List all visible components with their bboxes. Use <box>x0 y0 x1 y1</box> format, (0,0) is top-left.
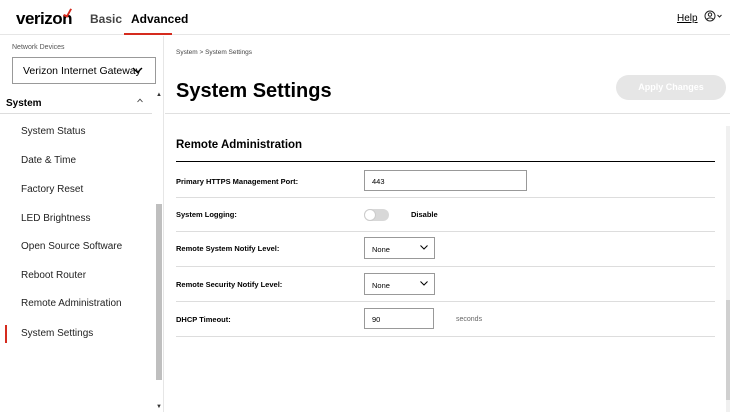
system-notify-level-select[interactable]: None <box>364 237 435 259</box>
main-scrollbar-thumb[interactable] <box>726 300 730 400</box>
chevron-down-icon <box>420 243 428 252</box>
row-divider <box>176 197 715 198</box>
https-port-value: 443 <box>372 177 385 186</box>
system-notify-level-label: Remote System Notify Level: <box>176 244 280 253</box>
sidebar-item-system-settings[interactable]: System Settings <box>21 328 93 339</box>
system-logging-toggle[interactable] <box>364 209 389 221</box>
active-item-indicator <box>5 325 7 343</box>
dhcp-timeout-unit: seconds <box>456 316 483 323</box>
sidebar-item-system-status[interactable]: System Status <box>21 126 85 137</box>
dhcp-timeout-value: 90 <box>372 315 381 324</box>
row-divider <box>176 301 715 302</box>
https-port-input[interactable]: 443 <box>364 170 527 191</box>
section-divider <box>176 161 715 162</box>
sidebar-section-system[interactable]: System <box>0 92 152 114</box>
breadcrumb: System > System Settings <box>176 49 253 56</box>
tab-basic[interactable]: Basic <box>90 12 122 26</box>
help-link[interactable]: Help <box>677 13 698 24</box>
dhcp-timeout-label: DHCP Timeout: <box>176 315 231 324</box>
security-notify-level-value: None <box>372 281 390 290</box>
dhcp-timeout-input[interactable]: 90 <box>364 308 434 329</box>
security-notify-level-select[interactable]: None <box>364 273 435 295</box>
tab-advanced[interactable]: Advanced <box>131 12 188 26</box>
sidebar: Network Devices Verizon Internet Gateway… <box>0 36 164 412</box>
top-navigation-bar: verizon Basic Advanced Help <box>0 0 730 35</box>
sidebar-item-factory-reset[interactable]: Factory Reset <box>21 184 83 195</box>
row-divider <box>176 336 715 337</box>
chevron-down-icon <box>420 279 428 288</box>
sidebar-item-remote-administration[interactable]: Remote Administration <box>21 298 122 309</box>
sidebar-section-label: System <box>6 98 42 109</box>
sidebar-item-led-brightness[interactable]: LED Brightness <box>21 213 90 224</box>
sidebar-item-date-time[interactable]: Date & Time <box>21 155 76 166</box>
system-logging-state: Disable <box>411 210 438 219</box>
security-notify-level-label: Remote Security Notify Level: <box>176 280 283 289</box>
network-device-select[interactable]: Verizon Internet Gateway <box>12 57 156 84</box>
system-logging-label: System Logging: <box>176 210 237 219</box>
toggle-knob <box>364 209 376 221</box>
sidebar-scrollbar-thumb[interactable] <box>156 204 162 380</box>
user-menu-icon[interactable] <box>704 9 724 27</box>
scroll-up-arrow-icon[interactable]: ▲ <box>156 92 162 98</box>
scroll-down-arrow-icon[interactable]: ▼ <box>156 404 162 410</box>
row-divider <box>176 231 715 232</box>
network-devices-label: Network Devices <box>12 44 65 51</box>
active-tab-indicator <box>124 33 172 35</box>
https-port-label: Primary HTTPS Management Port: <box>176 177 299 186</box>
network-device-value: Verizon Internet Gateway <box>23 65 141 77</box>
chevron-up-icon <box>137 96 143 105</box>
system-notify-level-value: None <box>372 245 390 254</box>
row-divider <box>176 266 715 267</box>
title-divider <box>165 113 730 114</box>
page-title: System Settings <box>176 80 332 102</box>
section-title: Remote Administration <box>176 139 303 151</box>
sidebar-item-open-source-software[interactable]: Open Source Software <box>21 241 122 252</box>
chevron-down-icon <box>132 65 143 77</box>
apply-changes-button[interactable]: Apply Changes <box>616 75 726 100</box>
sidebar-item-reboot-router[interactable]: Reboot Router <box>21 270 86 281</box>
